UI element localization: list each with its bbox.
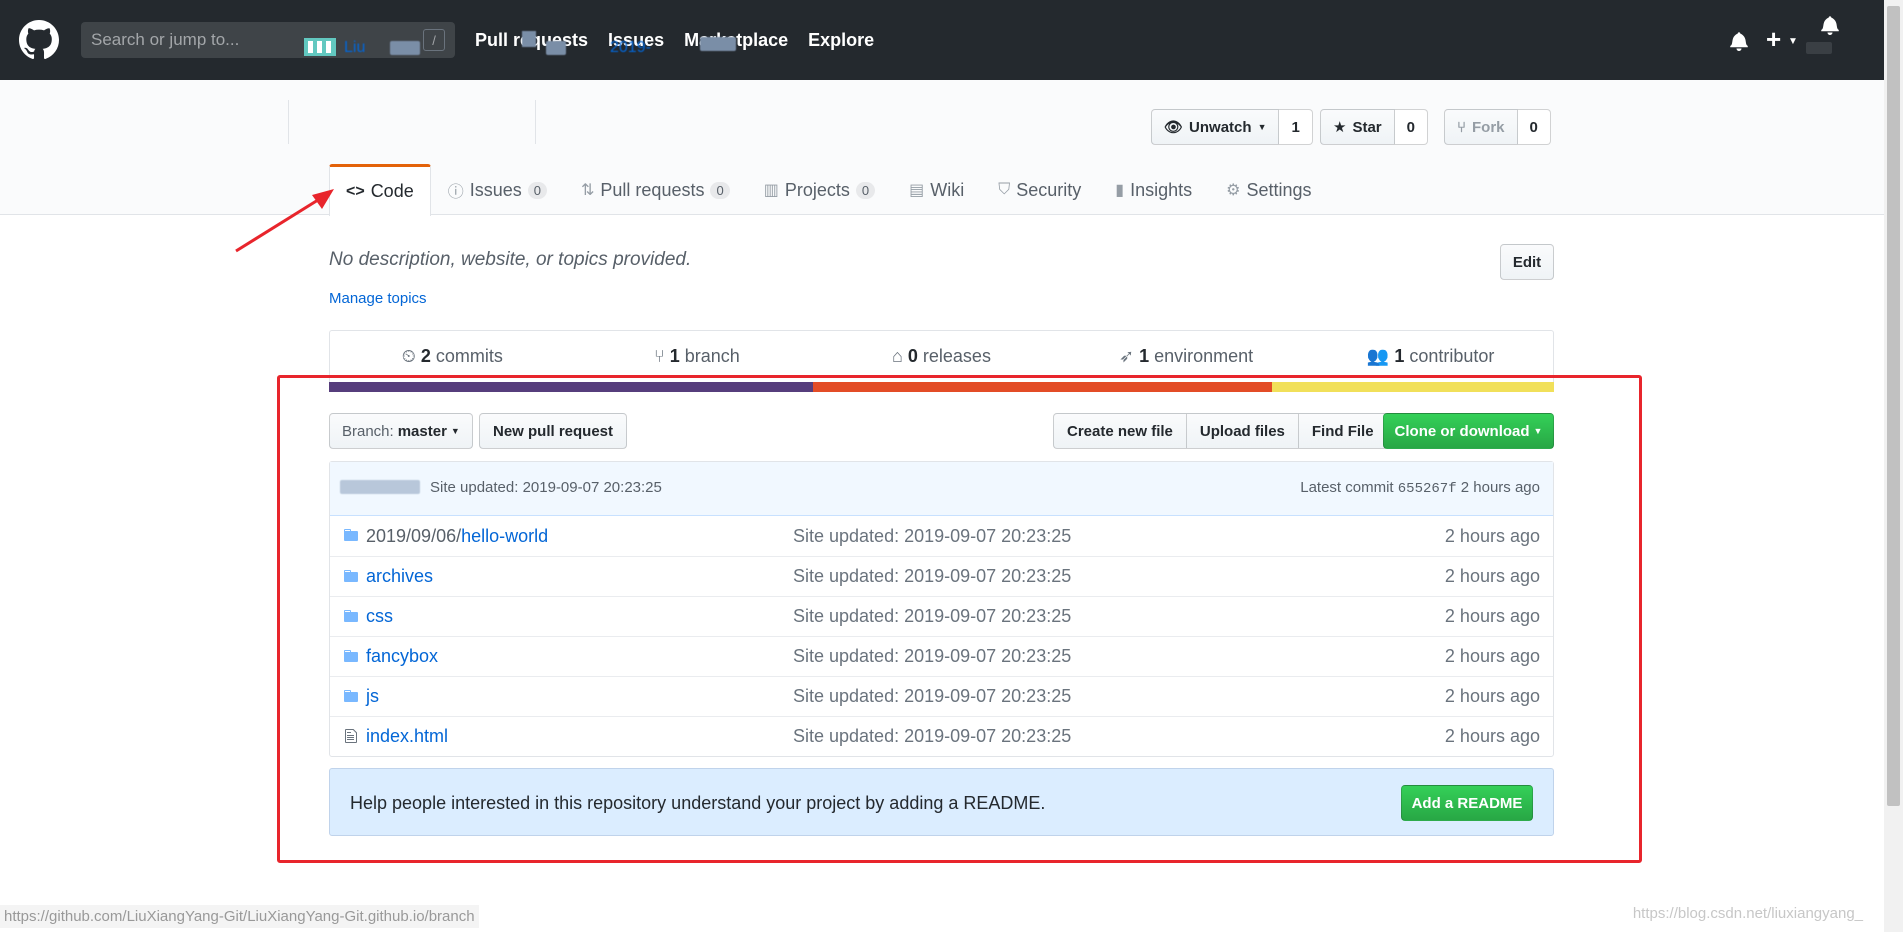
tab-settings[interactable]: ⚙ Settings bbox=[1209, 164, 1328, 215]
releases-count: 0 bbox=[907, 346, 918, 366]
environment-label: environment bbox=[1154, 346, 1254, 366]
gear-icon: ⚙ bbox=[1226, 182, 1241, 199]
shield-icon: ⛉ bbox=[998, 181, 1011, 198]
bell-icon[interactable] bbox=[1730, 31, 1748, 51]
notification-bell-icon[interactable] bbox=[1821, 15, 1839, 35]
chevron-down-icon[interactable]: ▼ bbox=[1788, 36, 1798, 47]
branch-label: branch bbox=[684, 346, 740, 366]
contributor-count: 1 bbox=[1394, 346, 1405, 366]
environment-count: 1 bbox=[1139, 346, 1150, 366]
watch-count[interactable]: 1 bbox=[1279, 109, 1313, 145]
tab-label: Insights bbox=[1130, 179, 1193, 200]
fork-count[interactable]: 0 bbox=[1517, 109, 1551, 145]
contributor-label: contributor bbox=[1409, 346, 1495, 366]
edit-button[interactable]: Edit bbox=[1500, 244, 1554, 280]
pull-requests-counter: 0 bbox=[710, 181, 730, 199]
commits-label: commits bbox=[435, 346, 503, 366]
tab-code[interactable]: <> Code bbox=[329, 164, 431, 216]
chevron-down-icon: ▼ bbox=[1257, 122, 1267, 132]
repo-icon bbox=[522, 31, 536, 47]
github-logo-icon[interactable] bbox=[19, 20, 59, 60]
watermark: https://blog.csdn.net/liuxiangyang_ bbox=[1632, 905, 1863, 922]
star-label: Star bbox=[1352, 118, 1382, 136]
fork-button[interactable]: ⑂ Fork bbox=[1444, 109, 1518, 145]
avatar[interactable] bbox=[1806, 42, 1832, 54]
global-header: / Pull requests Issues Marketplace Explo… bbox=[0, 0, 1884, 80]
manage-topics-link[interactable]: Manage topics bbox=[329, 290, 427, 307]
repo-nav: <> Code ⓘ Issues 0 ⇅ Pull requests 0 ▥ P… bbox=[329, 164, 1329, 216]
book-icon: ▤ bbox=[909, 182, 925, 199]
tab-label: Settings bbox=[1246, 179, 1312, 200]
divider bbox=[535, 100, 536, 144]
star-button[interactable]: ★ Star bbox=[1320, 109, 1395, 145]
tab-issues[interactable]: ⓘ Issues 0 bbox=[431, 164, 564, 215]
tab-insights[interactable]: ▮ Insights bbox=[1098, 164, 1209, 215]
eye-icon: 👁 bbox=[1164, 119, 1184, 136]
issues-counter: 0 bbox=[527, 181, 547, 199]
tab-label: Pull requests bbox=[600, 179, 705, 200]
branch-count: 1 bbox=[669, 346, 680, 366]
folder-icon bbox=[390, 41, 420, 55]
repo-owner-link[interactable]: Liu bbox=[344, 39, 365, 57]
people-icon: 👥 bbox=[1366, 346, 1390, 366]
code-icon: <> bbox=[346, 182, 365, 200]
unwatch-label: Unwatch bbox=[1189, 118, 1252, 136]
folder-icon bbox=[700, 37, 736, 51]
tab-projects[interactable]: ▥ Projects 0 bbox=[747, 164, 892, 215]
status-bar-url: https://github.com/LiuXiangYang-Git/LiuX… bbox=[0, 905, 479, 928]
repo-owner-avatar-icon bbox=[304, 38, 336, 56]
tab-wiki[interactable]: ▤ Wiki bbox=[892, 164, 981, 215]
commits-count: 2 bbox=[420, 346, 431, 366]
watch-group: 👁 Unwatch ▼ 1 bbox=[1151, 109, 1313, 145]
star-count[interactable]: 0 bbox=[1394, 109, 1428, 145]
tab-label: Issues bbox=[469, 179, 522, 200]
repo-description: No description, website, or topics provi… bbox=[329, 249, 692, 270]
red-arrow-annotation bbox=[235, 189, 334, 253]
highlight-box bbox=[277, 375, 1642, 863]
nav-explore[interactable]: Explore bbox=[808, 30, 874, 51]
fork-label: Fork bbox=[1472, 118, 1505, 136]
releases-label: releases bbox=[922, 346, 991, 366]
scrollbar-thumb[interactable] bbox=[1887, 6, 1900, 806]
plus-icon[interactable]: + bbox=[1766, 24, 1781, 55]
project-icon: ▥ bbox=[763, 182, 779, 199]
history-icon: ⏲ bbox=[401, 346, 416, 366]
scrollbar[interactable] bbox=[1884, 0, 1903, 932]
star-group: ★ Star 0 bbox=[1320, 109, 1428, 145]
tab-label: Code bbox=[370, 181, 414, 201]
unwatch-button[interactable]: 👁 Unwatch ▼ bbox=[1151, 109, 1280, 145]
tab-label: Wiki bbox=[930, 179, 965, 200]
projects-counter: 0 bbox=[855, 181, 876, 199]
issue-icon: ⓘ bbox=[447, 184, 464, 201]
tab-security[interactable]: ⛉ Security bbox=[981, 164, 1098, 215]
repo-name-link[interactable]: 2019- bbox=[610, 39, 651, 57]
tab-pull-requests[interactable]: ⇅ Pull requests 0 bbox=[564, 164, 747, 215]
fork-group: ⑂ Fork 0 bbox=[1444, 109, 1551, 145]
tab-label: Security bbox=[1016, 179, 1082, 200]
git-branch-icon: ⑂ bbox=[653, 346, 665, 366]
folder-icon bbox=[546, 41, 566, 55]
git-pull-request-icon: ⇅ bbox=[581, 182, 595, 199]
rocket-icon: ➶ bbox=[1118, 346, 1135, 366]
repo-title: Liu 2019- bbox=[290, 25, 800, 71]
tag-icon: ⌂ bbox=[892, 346, 903, 366]
tab-label: Projects bbox=[784, 179, 850, 200]
header-right: + ▼ bbox=[1664, 0, 1884, 80]
graph-icon: ▮ bbox=[1115, 182, 1125, 199]
star-icon: ★ bbox=[1333, 119, 1347, 136]
divider bbox=[288, 100, 289, 144]
repo-forked-icon: ⑂ bbox=[1457, 118, 1467, 136]
